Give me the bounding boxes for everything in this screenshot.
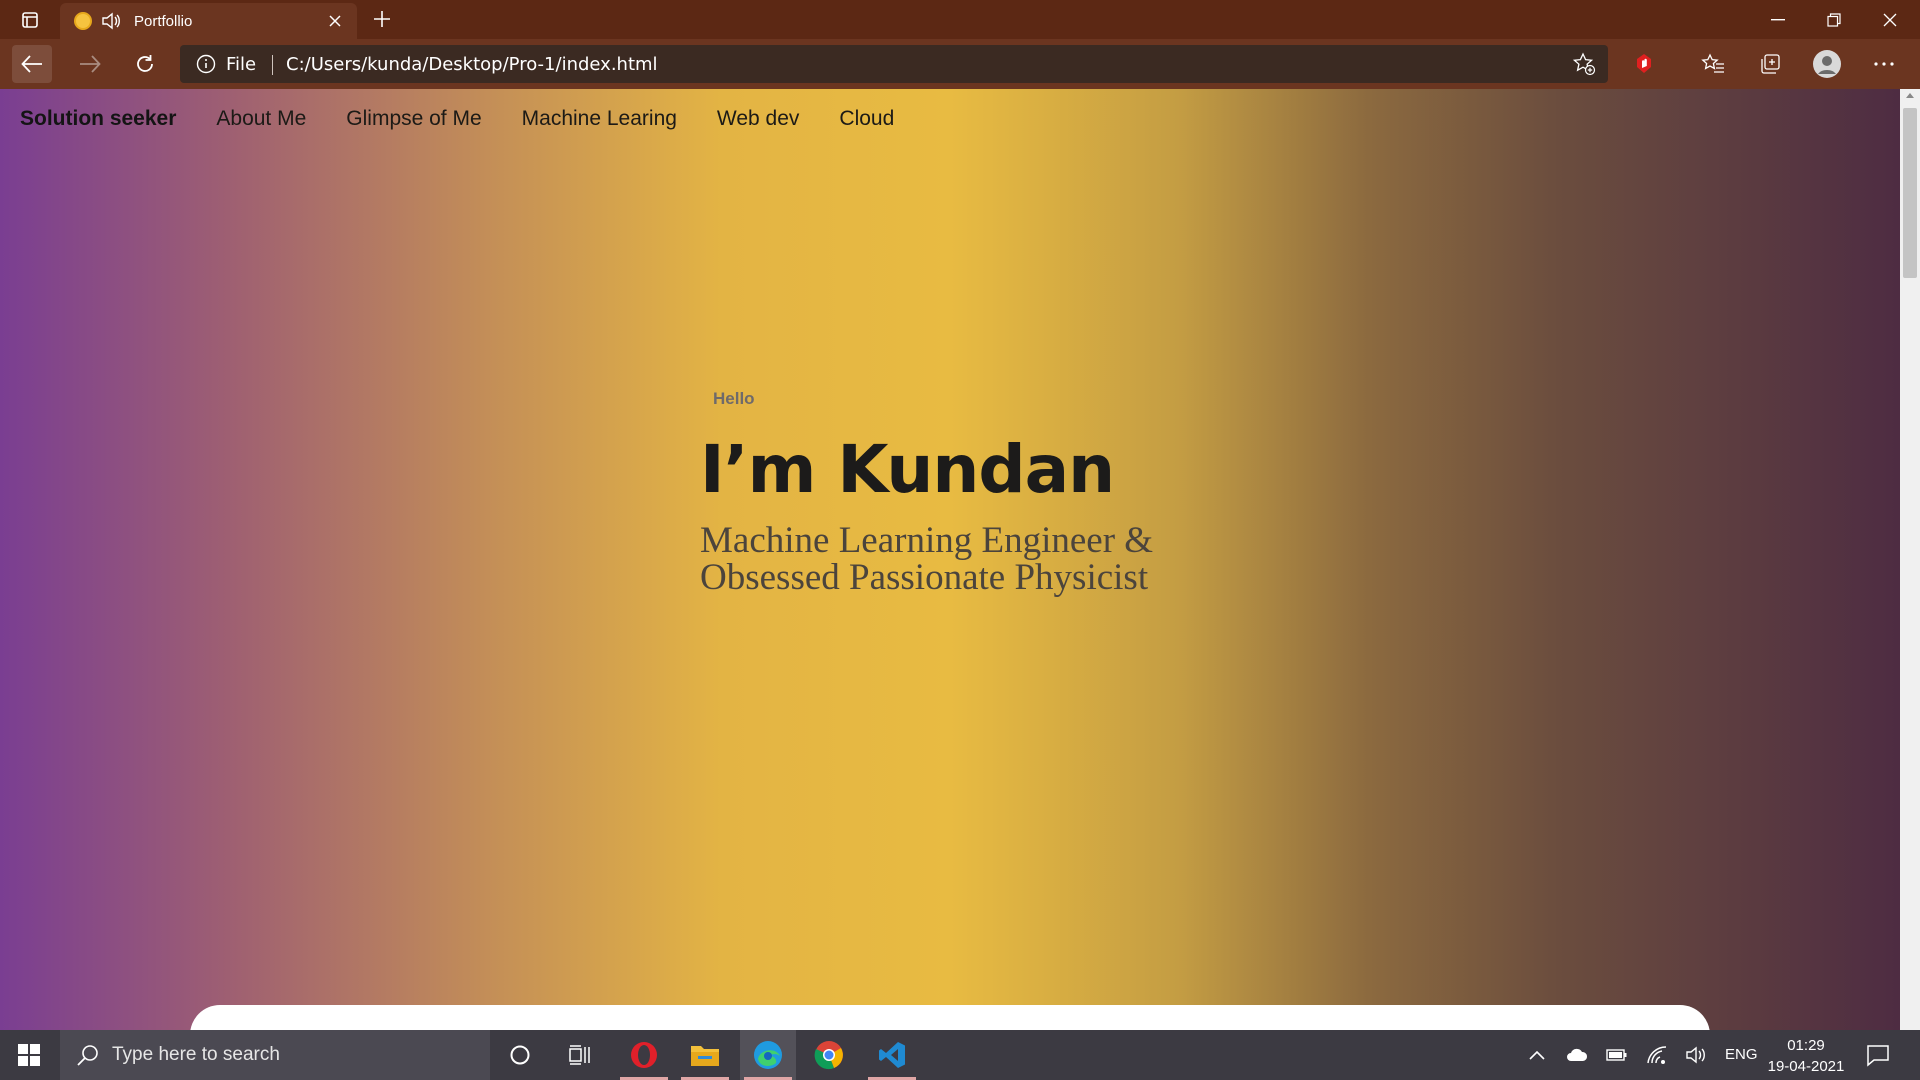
favorites-icon[interactable] <box>1697 48 1729 80</box>
close-window-icon[interactable] <box>1862 0 1918 39</box>
search-icon <box>76 1043 100 1067</box>
scrollbar-thumb[interactable] <box>1903 108 1917 278</box>
nav-link-glimpse[interactable]: Glimpse of Me <box>346 107 481 131</box>
favicon-icon <box>74 12 92 30</box>
forward-icon[interactable] <box>70 45 110 83</box>
page-viewport: Solution seeker About Me Glimpse of Me M… <box>0 89 1900 1030</box>
cortana-icon[interactable] <box>492 1030 548 1080</box>
hero-title: I’m Kundan <box>700 431 1115 508</box>
taskbar-clock[interactable]: 01:29 19-04-2021 <box>1766 1035 1846 1077</box>
content-card <box>190 1005 1710 1030</box>
language-indicator[interactable]: ENG <box>1725 1046 1758 1063</box>
tab-title: Portfollio <box>134 12 193 30</box>
notification-center-icon[interactable] <box>1866 1043 1892 1067</box>
extension-icon[interactable] <box>1628 48 1660 80</box>
refresh-icon[interactable] <box>125 45 165 83</box>
hero-eyebrow: Hello <box>713 389 755 408</box>
info-icon[interactable] <box>196 54 216 74</box>
browser-title-bar: Portfollio <box>0 0 1920 39</box>
nav-link-about[interactable]: About Me <box>216 107 306 131</box>
profile-icon[interactable] <box>1811 48 1843 80</box>
file-explorer-icon[interactable] <box>677 1030 733 1080</box>
new-tab-icon[interactable] <box>368 5 396 33</box>
chrome-icon[interactable] <box>801 1030 857 1080</box>
site-brand[interactable]: Solution seeker <box>20 107 176 131</box>
taskbar-search-box[interactable]: Type here to search <box>60 1030 490 1080</box>
volume-icon[interactable] <box>1684 1043 1708 1067</box>
browser-tab[interactable]: Portfollio <box>60 3 357 39</box>
onedrive-icon[interactable] <box>1565 1043 1589 1067</box>
address-bar[interactable]: File C:/Users/kunda/Desktop/Pro-1/index.… <box>180 45 1608 83</box>
clock-time: 01:29 <box>1787 1037 1825 1054</box>
search-placeholder: Type here to search <box>112 1044 280 1065</box>
close-tab-icon[interactable] <box>323 9 347 33</box>
tab-actions-icon[interactable] <box>12 6 48 34</box>
vscode-icon[interactable] <box>864 1030 920 1080</box>
nav-link-cloud[interactable]: Cloud <box>839 107 894 131</box>
wifi-icon[interactable] <box>1645 1043 1669 1067</box>
taskbar: Type here to search ENG 01:29 19-04-2021 <box>0 1030 1920 1080</box>
browser-toolbar: File C:/Users/kunda/Desktop/Pro-1/index.… <box>0 39 1920 89</box>
nav-link-machine-learning[interactable]: Machine Learing <box>522 107 677 131</box>
add-favorite-icon[interactable] <box>1572 52 1596 76</box>
opera-icon[interactable] <box>616 1030 672 1080</box>
chevron-up-icon[interactable] <box>1525 1043 1549 1067</box>
task-view-icon[interactable] <box>552 1030 608 1080</box>
url-text[interactable]: C:/Users/kunda/Desktop/Pro-1/index.html <box>286 54 658 75</box>
edge-icon[interactable] <box>740 1030 796 1080</box>
site-navbar: Solution seeker About Me Glimpse of Me M… <box>0 89 1900 149</box>
restore-icon[interactable] <box>1806 0 1862 39</box>
windows-start-icon[interactable] <box>0 1030 58 1080</box>
scroll-up-icon[interactable] <box>1906 93 1914 98</box>
minimize-icon[interactable] <box>1750 0 1806 39</box>
hero-subtitle: Machine Learning Engineer & Obsessed Pas… <box>700 522 1260 596</box>
hero-subtitle-line-1: Machine Learning Engineer & <box>700 520 1154 561</box>
scheme-label: File <box>226 54 257 75</box>
clock-date: 19-04-2021 <box>1767 1058 1845 1075</box>
hero-subtitle-line-2: Obsessed Passionate Physicist <box>700 557 1149 598</box>
battery-icon[interactable] <box>1605 1043 1629 1067</box>
more-options-icon[interactable] <box>1868 48 1900 80</box>
collections-icon[interactable] <box>1754 48 1786 80</box>
back-icon[interactable] <box>12 45 52 83</box>
nav-link-web-dev[interactable]: Web dev <box>717 107 800 131</box>
address-divider <box>272 55 273 75</box>
speaker-icon[interactable] <box>100 10 122 32</box>
page-scrollbar[interactable] <box>1900 89 1920 1030</box>
